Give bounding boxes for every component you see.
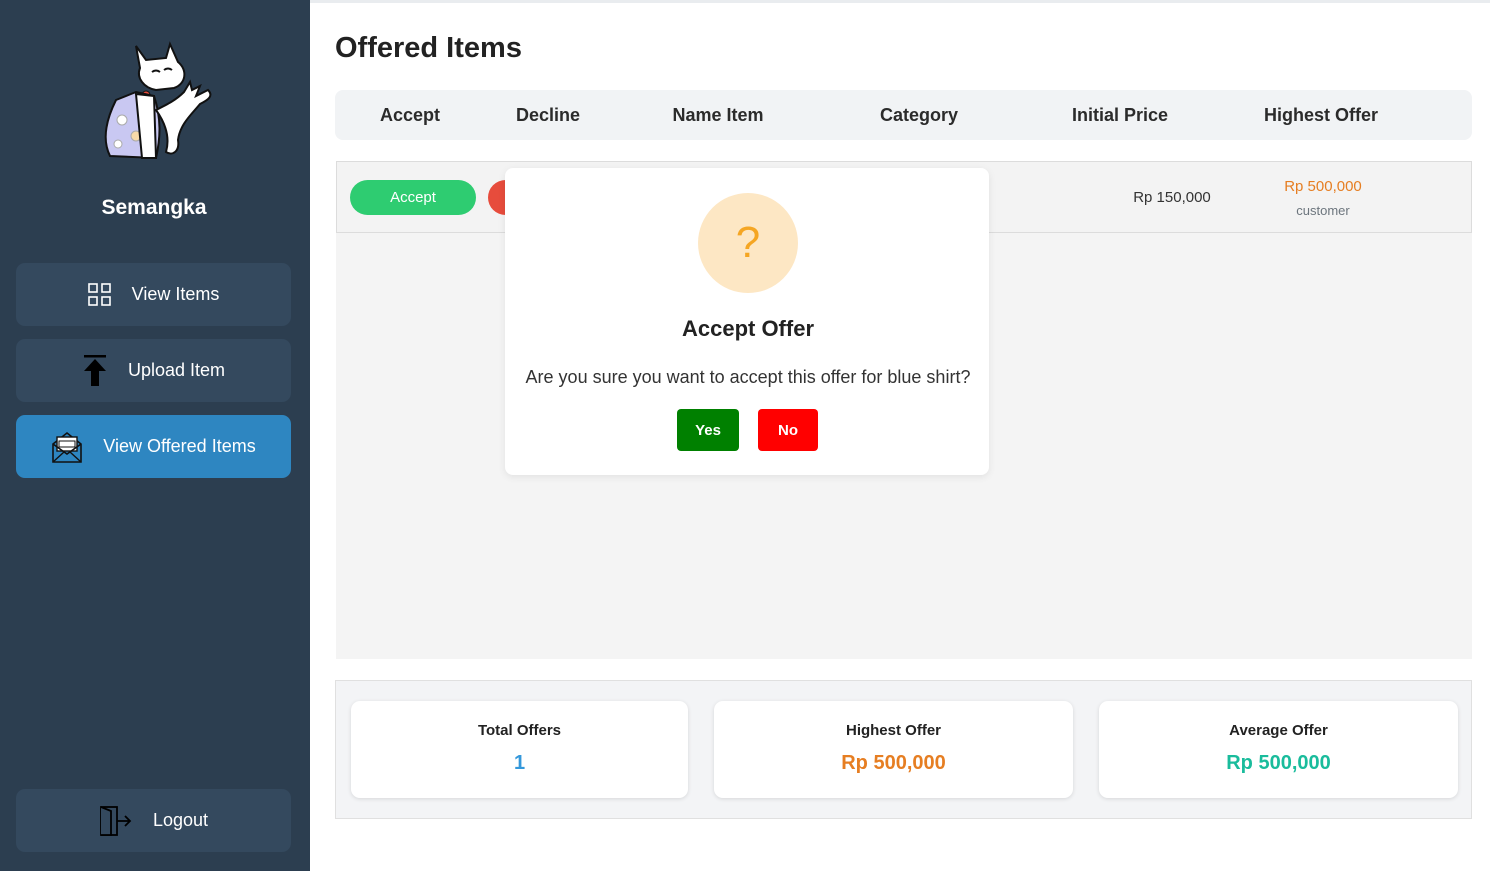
page-title: Offered Items: [335, 32, 522, 64]
highest-offer-card: Highest Offer Rp 500,000: [714, 701, 1073, 798]
no-button[interactable]: No: [758, 409, 818, 451]
highest-offer-label: Highest Offer: [845, 722, 941, 739]
column-header-category: Category: [879, 105, 959, 125]
logout-button[interactable]: Logout: [16, 789, 291, 852]
total-offers-card: Total Offers 1: [351, 701, 688, 798]
nav-upload-item-label: Upload Item: [127, 360, 226, 380]
yes-button[interactable]: Yes: [677, 409, 739, 451]
upload-arrow-icon: [83, 354, 106, 386]
offer-stats: Total Offers 1 Highest Offer Rp 500,000 …: [335, 680, 1472, 819]
grid-icon: [87, 282, 111, 306]
question-icon: ?: [698, 193, 798, 293]
highest-offer-value: Rp 500,000: [841, 752, 946, 774]
average-offer-label: Average Offer: [1229, 722, 1328, 739]
sidebar: Semangka View Items Upload Item View Off…: [0, 0, 310, 871]
bidder-name: customer: [1296, 203, 1350, 218]
total-offers-label: Total Offers: [477, 722, 562, 739]
column-header-initial-price: Initial Price: [1071, 105, 1169, 125]
avatar: [96, 40, 220, 164]
average-offer-value: Rp 500,000: [1226, 752, 1331, 774]
nav-view-items[interactable]: View Items: [16, 263, 291, 326]
highest-offer-cell: Rp 500,000: [1284, 178, 1362, 195]
dialog-title: Accept Offer: [681, 316, 815, 341]
accept-offer-dialog: ? Accept Offer Are you sure you want to …: [505, 168, 989, 475]
column-header-highest-offer: Highest Offer: [1263, 105, 1379, 125]
total-offers-value: 1: [513, 752, 526, 774]
nav-upload-item[interactable]: Upload Item: [16, 339, 291, 402]
average-offer-card: Average Offer Rp 500,000: [1099, 701, 1458, 798]
logout-label: Logout: [152, 810, 209, 830]
initial-price-cell: Rp 150,000: [1133, 189, 1211, 206]
nav-view-offered-items[interactable]: View Offered Items: [16, 415, 291, 478]
column-header-accept: Accept: [379, 105, 441, 125]
nav-view-offered-items-label: View Offered Items: [103, 436, 256, 456]
accept-button[interactable]: Accept: [350, 180, 476, 215]
top-divider: [310, 0, 1490, 3]
column-header-name-item: Name Item: [672, 105, 764, 125]
table-header: Accept Decline Name Item Category Initia…: [335, 90, 1472, 140]
offer-envelope-icon: [52, 431, 83, 463]
username: Semangka: [101, 196, 207, 219]
dialog-message: Are you sure you want to accept this off…: [525, 367, 971, 387]
nav-view-items-label: View Items: [131, 284, 220, 304]
column-header-decline: Decline: [515, 105, 581, 125]
logout-icon: [100, 805, 132, 836]
